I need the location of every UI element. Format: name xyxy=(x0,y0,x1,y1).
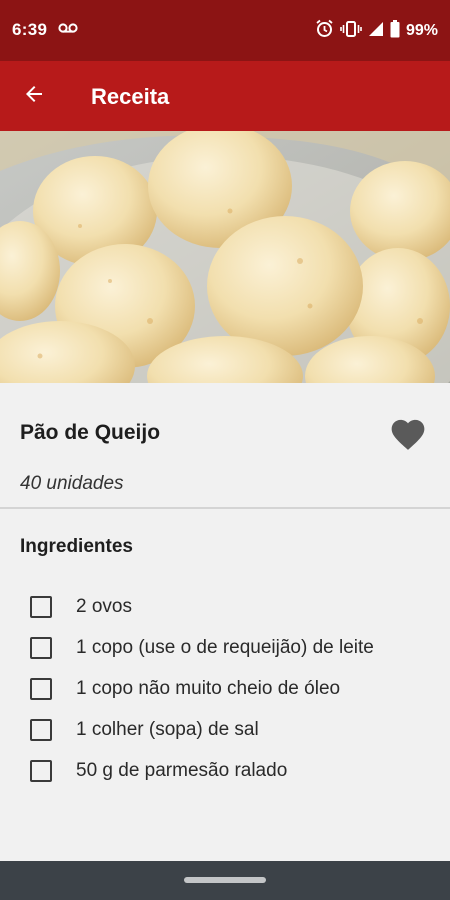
ingredient-checkbox[interactable] xyxy=(30,596,52,618)
battery-percentage: 99% xyxy=(405,22,438,39)
alarm-icon xyxy=(315,19,334,43)
ingredients-heading: Ingredientes xyxy=(20,536,133,557)
ingredient-item[interactable]: 1 copo (use o de requeijão) de leite xyxy=(0,629,450,667)
status-bar: 6:39 99% xyxy=(0,0,450,61)
ingredient-item[interactable]: 1 colher (sopa) de sal xyxy=(0,711,450,749)
back-button[interactable] xyxy=(16,78,52,114)
ingredient-text: 1 copo não muito cheio de óleo xyxy=(76,678,341,699)
ingredient-item[interactable]: 2 ovos xyxy=(0,588,450,626)
status-time: 6:39 xyxy=(12,20,48,39)
ingredient-item[interactable]: 50 g de parmesão ralado xyxy=(0,752,450,790)
recipe-title: Pão de Queijo xyxy=(20,421,161,444)
signal-icon xyxy=(368,21,384,42)
ingredient-checkbox[interactable] xyxy=(30,678,52,700)
pao-de-queijo-photo xyxy=(0,131,450,383)
status-icons: 99% xyxy=(315,19,438,43)
vibrate-icon xyxy=(340,20,362,43)
ingredient-checkbox[interactable] xyxy=(30,760,52,782)
favorite-button[interactable] xyxy=(384,413,432,457)
ingredient-text: 1 copo (use o de requeijão) de leite xyxy=(76,637,374,658)
divider xyxy=(0,507,450,509)
ingredient-checkbox[interactable] xyxy=(30,637,52,659)
battery-icon xyxy=(390,19,400,43)
voicemail-icon xyxy=(58,22,78,40)
ingredient-item[interactable]: 1 copo não muito cheio de óleo xyxy=(0,670,450,708)
home-gesture-pill[interactable] xyxy=(184,877,266,883)
heart-icon xyxy=(388,415,428,456)
app-title: Receita xyxy=(91,84,170,109)
ingredient-text: 2 ovos xyxy=(76,596,132,617)
recipe-details: Pão de Queijo 40 unidades Ingredientes 2… xyxy=(0,383,450,861)
ingredient-text: 1 colher (sopa) de sal xyxy=(76,719,259,740)
arrow-left-icon xyxy=(22,82,46,111)
ingredient-checkbox[interactable] xyxy=(30,719,52,741)
app-bar: Receita xyxy=(0,61,450,131)
recipe-hero-image xyxy=(0,131,450,383)
ingredient-text: 50 g de parmesão ralado xyxy=(76,760,288,781)
system-nav-bar xyxy=(0,861,450,900)
recipe-yield: 40 unidades xyxy=(20,473,124,494)
